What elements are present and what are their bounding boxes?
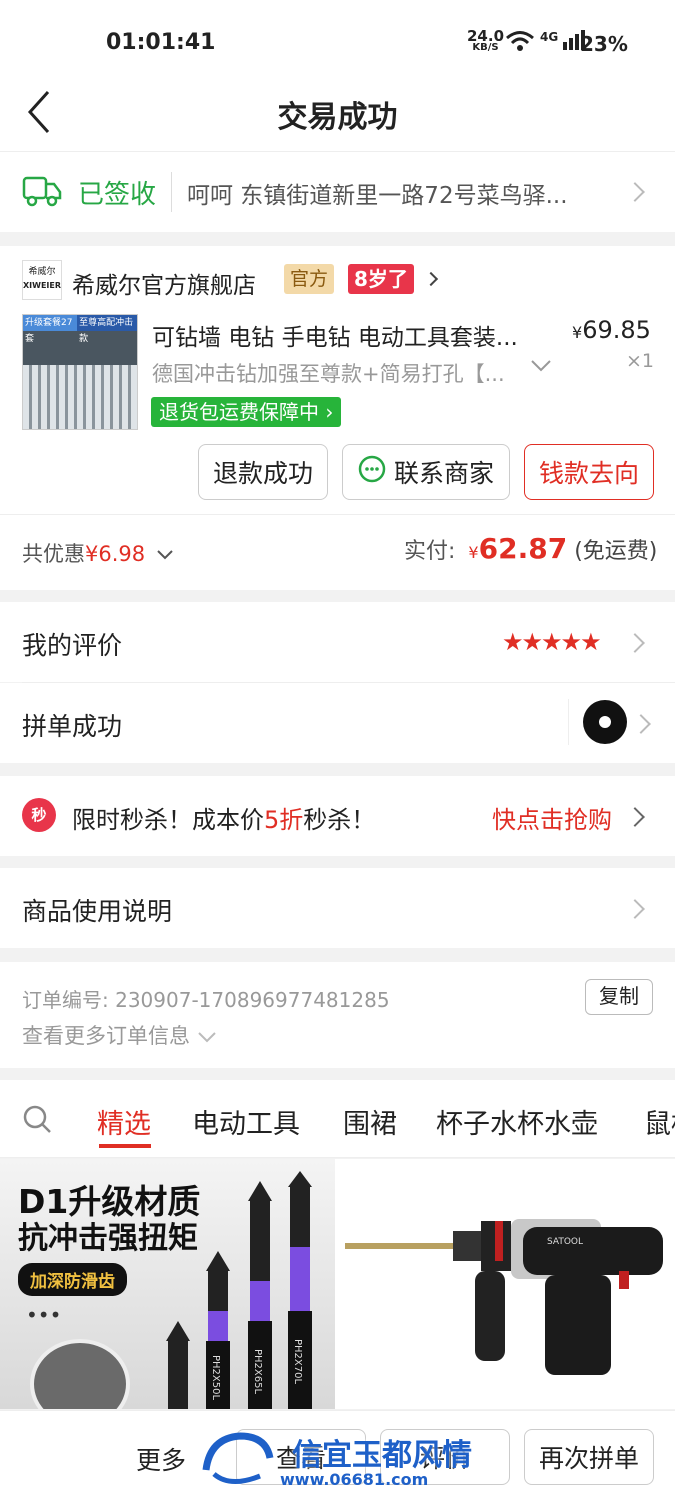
chevron-right-icon xyxy=(625,182,645,202)
more-button[interactable]: 更多 xyxy=(136,1441,186,1477)
recommend-item-right[interactable]: SATOOL xyxy=(335,1159,675,1409)
avatar xyxy=(583,700,627,744)
tab-featured[interactable]: 精选 xyxy=(97,1102,151,1141)
shop-name[interactable]: 希威尔官方旗舰店 xyxy=(72,266,256,300)
chevron-right-icon xyxy=(625,899,645,919)
battery-text: 23% xyxy=(580,32,628,56)
wifi-icon xyxy=(505,30,535,56)
recommend-item-left[interactable]: D1升级材质 抗冲击强扭矩 加深防滑齿 ••• PH2X50L PH2X65L … xyxy=(0,1159,335,1409)
money-flow-button[interactable]: 钱款去向 xyxy=(524,444,654,500)
product-qty: ×1 xyxy=(626,350,655,372)
alarm-clock-icon: 秒 xyxy=(22,798,56,832)
guarantee-badge[interactable]: 退货包运费保障中 › xyxy=(151,397,342,427)
rating-stars: ★★★★★ xyxy=(502,628,602,656)
bit-image xyxy=(30,1339,130,1409)
delivery-status: 已签收 xyxy=(78,180,157,210)
flash-sale-cta[interactable]: 快点击抢购 xyxy=(492,800,612,835)
instructions-row[interactable]: 商品使用说明 xyxy=(0,868,675,948)
tab-mouse[interactable]: 鼠标 xyxy=(644,1102,675,1141)
bit-label: PH2X50L xyxy=(210,1355,221,1401)
group-row[interactable]: 拼单成功 xyxy=(0,683,675,763)
chat-icon xyxy=(358,455,386,489)
screwdriver-bits-image xyxy=(166,1171,312,1409)
bit-label: PH2X70L xyxy=(292,1339,303,1385)
order-number: 订单编号: 230907-170896977481285 xyxy=(22,988,390,1012)
refund-status-button[interactable]: 退款成功 xyxy=(198,444,328,500)
impact-drill-image xyxy=(345,1219,663,1375)
header: 交易成功 xyxy=(0,80,675,152)
view-button[interactable]: 查看 xyxy=(236,1429,366,1485)
instructions-label: 商品使用说明 xyxy=(22,897,173,926)
bottom-action-bar: 更多 查看 评价 再次拼单 xyxy=(0,1410,675,1500)
divider xyxy=(0,514,675,515)
tab-aprons[interactable]: 围裙 xyxy=(343,1102,397,1141)
shop-logo[interactable]: 希威尔 XIWEIER xyxy=(22,260,62,300)
official-badge: 官方 xyxy=(284,264,335,294)
truck-icon xyxy=(22,172,62,212)
more-order-info[interactable]: 查看更多订单信息 xyxy=(22,1020,217,1050)
delivery-row[interactable]: 已签收 呵呵 东镇街道新里一路72号菜鸟驿... xyxy=(0,152,675,232)
product-price: ¥69.85 xyxy=(572,316,651,344)
product-title[interactable]: 可钻墙 电钻 手电钻 电动工具套装... xyxy=(152,318,518,352)
delivery-address: 呵呵 东镇街道新里一路72号菜鸟驿... xyxy=(187,183,568,209)
group-label: 拼单成功 xyxy=(22,712,123,741)
product-spec[interactable]: 德国冲击钻加强至尊款+简易打孔【... xyxy=(152,358,505,388)
chevron-right-icon xyxy=(625,807,645,827)
flash-sale-row[interactable]: 秒 限时秒杀！成本价5折秒杀！ 快点击抢购 xyxy=(0,776,675,856)
rec-left-tag: 加深防滑齿 xyxy=(18,1263,127,1296)
category-tabs: 精选 电动工具 围裙 杯子水杯水壶 鼠标 xyxy=(0,1080,675,1158)
flash-sale-text: 限时秒杀！成本价5折秒杀！ xyxy=(72,806,376,834)
age-badge: 8岁了 xyxy=(348,264,414,294)
review-row[interactable]: 我的评价 ★★★★★ xyxy=(0,602,675,682)
tab-indicator xyxy=(99,1144,151,1148)
order-card: 希威尔 XIWEIER 希威尔官方旗舰店 官方 8岁了 升级套餐27套 至尊高配… xyxy=(0,246,675,590)
copy-button[interactable]: 复制 xyxy=(585,979,653,1015)
shop-chevron-icon xyxy=(423,271,439,287)
tab-power-tools[interactable]: 电动工具 xyxy=(192,1102,300,1141)
review-label: 我的评价 xyxy=(22,631,123,660)
chevron-right-icon xyxy=(631,714,651,734)
contact-seller-button[interactable]: 联系商家 xyxy=(342,444,510,500)
status-bar: 01:01:41 24.0 KB/S 4G 23% xyxy=(0,0,675,80)
status-time: 01:01:41 xyxy=(106,30,216,55)
order-info: 订单编号: 230907-170896977481285 复制 查看更多订单信息 xyxy=(0,962,675,1068)
review-button[interactable]: 评价 xyxy=(380,1429,510,1485)
divider xyxy=(171,172,172,212)
spec-chevron-down-icon[interactable] xyxy=(530,358,552,378)
paid-amount: 实付: ¥62.87 (免运费) xyxy=(404,532,658,565)
search-icon[interactable] xyxy=(22,1104,52,1138)
tab-cups[interactable]: 杯子水杯水壶 xyxy=(436,1102,598,1141)
discount-summary[interactable]: 共优惠¥6.98 xyxy=(22,538,174,568)
bit-label: PH2X65L xyxy=(252,1349,263,1395)
page-title: 交易成功 xyxy=(277,100,398,135)
net-speed: 24.0 KB/S xyxy=(467,27,505,54)
rebuy-button[interactable]: 再次拼单 xyxy=(524,1429,654,1485)
drill-brand: SATOOL xyxy=(547,1237,584,1247)
product-thumbnail[interactable]: 升级套餐27套 至尊高配冲击款 xyxy=(22,314,138,430)
chevron-right-icon xyxy=(625,633,645,653)
